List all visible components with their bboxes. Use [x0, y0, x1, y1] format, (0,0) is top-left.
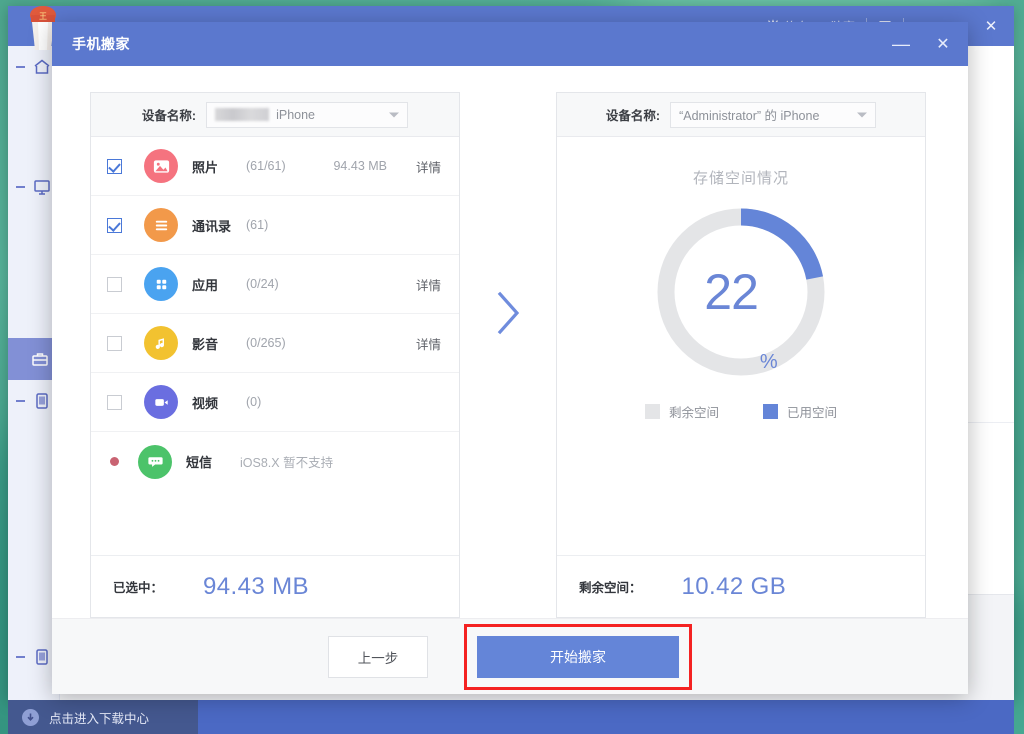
list-item-count: (0/265): [246, 336, 286, 350]
legend-swatch-used: [763, 404, 778, 419]
list-item-name: 短信: [186, 452, 230, 471]
list-item-count: (61): [246, 218, 268, 232]
download-center-bar[interactable]: 点击进入下载中心: [8, 700, 1014, 734]
list-item[interactable]: 影音 (0/265) 详情: [91, 314, 459, 373]
list-item-name: 应用: [192, 275, 236, 294]
target-device-label: 设备名称:: [606, 105, 660, 124]
transfer-direction-arrow: [460, 92, 556, 618]
selected-value: 94.43 MB: [203, 573, 309, 601]
list-item[interactable]: 应用 (0/24) 详情: [91, 255, 459, 314]
phone-icon: [33, 648, 51, 666]
apps-icon: [144, 267, 178, 301]
list-item: 短信 iOS8.X 暂不支持: [91, 432, 459, 491]
storage-percent: 22 %: [653, 204, 829, 380]
content-type-list: 照片 (61/61) 94.43 MB 详情 通讯录 (61): [91, 137, 459, 555]
checkbox-video[interactable]: [107, 395, 122, 410]
list-item-count: (0/24): [246, 277, 279, 291]
target-device-panel: 设备名称: “Administrator” 的 iPhone 存储空间情况 22…: [556, 92, 926, 618]
checkbox-media[interactable]: [107, 336, 122, 351]
source-device-header: 设备名称: iPhone: [91, 93, 459, 137]
list-item[interactable]: 照片 (61/61) 94.43 MB 详情: [91, 137, 459, 196]
photo-icon: [144, 149, 178, 183]
background-close-button[interactable]: ✕: [974, 6, 1008, 46]
back-button[interactable]: 上一步: [328, 636, 428, 678]
free-space-value: 10.42 GB: [682, 573, 787, 601]
home-icon: [33, 58, 51, 76]
download-circle-icon: [22, 709, 39, 726]
dialog-title: 手机搬家: [72, 34, 130, 54]
legend-item-free: 剩余空间: [645, 402, 719, 421]
selected-label: 已选中：: [113, 577, 163, 596]
checkbox-contacts[interactable]: [107, 218, 122, 233]
storage-legend: 剩余空间 已用空间: [645, 402, 837, 421]
list-item-name: 通讯录: [192, 216, 236, 235]
chevron-down-icon: [857, 112, 867, 117]
list-item-detail-link[interactable]: 详情: [413, 275, 441, 294]
source-device-label: 设备名称:: [142, 105, 196, 124]
music-icon: [144, 326, 178, 360]
percent-symbol: %: [760, 351, 778, 380]
start-button-highlight: 开始搬家: [464, 624, 692, 690]
list-item-count: (0): [246, 395, 261, 409]
monitor-icon: [33, 178, 51, 196]
sidebar-dash: [16, 186, 25, 188]
dialog-titlebar: 手机搬家 — ✕: [52, 22, 968, 66]
dialog-window-buttons: — ✕: [880, 22, 964, 66]
storage-donut-chart: 22 %: [653, 204, 829, 380]
sidebar-dash: [16, 400, 25, 402]
dialog-close-button[interactable]: ✕: [922, 22, 964, 66]
source-device-panel: 设备名称: iPhone 照片 (61/61) 94.43 MB: [90, 92, 460, 618]
list-item-count: (61/61): [246, 159, 286, 173]
target-free-space-footer: 剩余空间： 10.42 GB: [557, 555, 925, 617]
sidebar-dash: [16, 66, 25, 68]
sms-icon: [138, 445, 172, 479]
start-transfer-button[interactable]: 开始搬家: [477, 636, 679, 678]
legend-swatch-free: [645, 404, 660, 419]
list-item[interactable]: 通讯录 (61): [91, 196, 459, 255]
list-item-note: iOS8.X 暂不支持: [240, 452, 333, 471]
download-center-label: 点击进入下载中心: [49, 708, 149, 727]
target-device-value: “Administrator” 的 iPhone: [679, 105, 819, 124]
checkbox-apps[interactable]: [107, 277, 122, 292]
legend-item-used: 已用空间: [763, 402, 837, 421]
phone-icon: [33, 392, 51, 410]
unsupported-dot-icon: [110, 457, 119, 466]
list-item-name: 照片: [192, 157, 236, 176]
dialog-body: 设备名称: iPhone 照片 (61/61) 94.43 MB: [52, 66, 968, 618]
source-device-value: iPhone: [276, 108, 315, 122]
storage-chart-title: 存储空间情况: [693, 167, 789, 188]
list-item-detail-link[interactable]: 详情: [413, 157, 441, 176]
free-space-label: 剩余空间：: [579, 577, 642, 596]
chevron-right-icon: [493, 290, 523, 341]
source-device-select[interactable]: iPhone: [206, 102, 408, 128]
video-icon: [144, 385, 178, 419]
storage-percent-value: 22: [704, 267, 758, 317]
sidebar-dash: [16, 656, 25, 658]
checkbox-photos[interactable]: [107, 159, 122, 174]
dialog-footer: 上一步 开始搬家: [52, 618, 968, 694]
redacted-device-name: [215, 108, 269, 121]
legend-label-used: 已用空间: [787, 402, 837, 421]
legend-label-free: 剩余空间: [669, 402, 719, 421]
download-center-entry[interactable]: 点击进入下载中心: [8, 700, 198, 734]
source-selected-footer: 已选中： 94.43 MB: [91, 555, 459, 617]
list-item[interactable]: 视频 (0): [91, 373, 459, 432]
target-device-select[interactable]: “Administrator” 的 iPhone: [670, 102, 876, 128]
list-item-name: 视频: [192, 393, 236, 412]
contacts-icon: [144, 208, 178, 242]
phone-transfer-dialog: 手机搬家 — ✕ 设备名称: iPhone: [52, 22, 968, 694]
target-device-header: 设备名称: “Administrator” 的 iPhone: [557, 93, 925, 137]
list-item-size: 94.43 MB: [333, 159, 387, 173]
toolbox-icon: [31, 350, 49, 368]
dialog-minimize-button[interactable]: —: [880, 22, 922, 66]
svg-text:王: 王: [39, 12, 47, 21]
chevron-down-icon: [389, 112, 399, 117]
list-item-detail-link[interactable]: 详情: [413, 334, 441, 353]
storage-chart: 存储空间情况 22 % 剩余空间: [557, 137, 925, 555]
list-item-name: 影音: [192, 334, 236, 353]
